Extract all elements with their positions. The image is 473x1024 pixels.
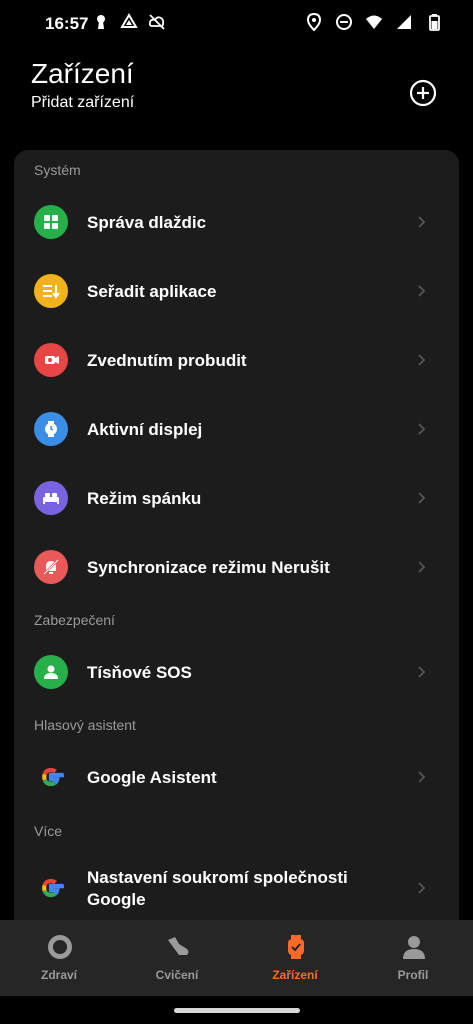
- list-item-label: Tísňové SOS: [87, 663, 192, 682]
- chevron-right-icon: [418, 882, 426, 894]
- keyhole-icon: [97, 15, 105, 29]
- drive-icon: [120, 13, 138, 28]
- sort-list-icon: [34, 274, 68, 308]
- person-icon: [403, 936, 425, 959]
- list-item-label: Google Asistent: [87, 768, 217, 787]
- do-not-disturb-icon: [336, 14, 352, 30]
- status-bar: 16:57: [0, 0, 473, 46]
- raise-wrist-icon: [34, 343, 68, 377]
- bed-icon: [34, 481, 68, 515]
- google-logo-icon: [34, 871, 68, 905]
- list-item-tiles[interactable]: Správa dlaždic: [14, 192, 459, 252]
- status-time: 16:57: [45, 14, 89, 33]
- watch-face-icon: [34, 412, 68, 446]
- list-item-google-assistant[interactable]: Google Asistent: [14, 747, 459, 807]
- tiles-icon: [34, 205, 68, 239]
- nav-label: Profil: [397, 968, 429, 982]
- bell-off-icon: [34, 550, 68, 584]
- list-item-google-privacy[interactable]: Nastavení soukromí společnosti Google: [14, 853, 459, 920]
- chevron-right-icon: [418, 423, 426, 435]
- page-title: Zařízení: [31, 58, 134, 89]
- chevron-right-icon: [418, 666, 426, 678]
- watch-icon: [288, 935, 304, 959]
- list-item-raise-to-wake[interactable]: Zvednutím probudit: [14, 330, 459, 390]
- add-device-link[interactable]: Přidat zařízení: [31, 94, 134, 112]
- chevron-right-icon: [418, 492, 426, 504]
- list-item-label-line1: Nastavení soukromí společnosti: [87, 868, 348, 887]
- list-item-label: Nastavení soukromí společnosti Google: [87, 867, 348, 911]
- nav-item-workout[interactable]: Cvičení: [118, 920, 236, 996]
- list-item-label: Synchronizace režimu Nerušit: [87, 558, 330, 577]
- list-item-dnd-sync[interactable]: Synchronizace režimu Nerušit: [14, 537, 459, 597]
- chevron-right-icon: [418, 354, 426, 366]
- list-item-label: Režim spánku: [87, 489, 202, 508]
- nav-item-health[interactable]: Zdraví: [0, 920, 118, 996]
- nav-label: Cvičení: [155, 968, 199, 982]
- chevron-right-icon: [418, 285, 426, 297]
- signal-icon: [397, 15, 411, 29]
- list-item-active-display[interactable]: Aktivní displej: [14, 399, 459, 459]
- list-item-label-line2: Google: [87, 890, 146, 909]
- home-indicator[interactable]: [174, 1008, 300, 1013]
- list-item-label: Správa dlaždic: [87, 213, 207, 232]
- nav-item-profile[interactable]: Profil: [354, 920, 472, 996]
- list-item-label: Zvednutím probudit: [87, 351, 247, 370]
- chevron-right-icon: [418, 216, 426, 228]
- section-header-assistant: Hlasový asistent: [34, 717, 136, 733]
- list-item-label: Aktivní displej: [87, 420, 203, 439]
- wifi-icon: [366, 15, 382, 29]
- shoe-icon: [168, 937, 189, 955]
- list-item-sleep-mode[interactable]: Režim spánku: [14, 468, 459, 528]
- chevron-right-icon: [418, 771, 426, 783]
- list-item-sort-apps[interactable]: Seřadit aplikace: [14, 261, 459, 321]
- health-ring-icon: [48, 935, 72, 959]
- header: Zařízení Přidat zařízení: [0, 46, 473, 150]
- add-device-button[interactable]: [409, 79, 437, 107]
- location-icon: [306, 13, 322, 31]
- nav-item-device[interactable]: Zařízení: [236, 920, 354, 996]
- bottom-navigation: Zdraví Cvičení Zařízení Profil: [0, 920, 473, 996]
- cloud-off-icon: [148, 14, 165, 30]
- nav-label: Zdraví: [40, 968, 77, 982]
- chevron-right-icon: [418, 561, 426, 573]
- google-logo-icon: [34, 760, 68, 794]
- nav-label: Zařízení: [272, 968, 318, 982]
- section-header-security: Zabezpečení: [34, 612, 115, 628]
- person-icon: [34, 655, 68, 689]
- list-item-sos[interactable]: Tísňové SOS: [14, 642, 459, 702]
- section-header-more: Více: [34, 823, 63, 839]
- list-item-label: Seřadit aplikace: [87, 282, 217, 301]
- settings-list: Systém Správa dlaždic Seřadit aplikace Z…: [14, 150, 459, 920]
- battery-icon: [429, 14, 440, 31]
- section-header-system: Systém: [34, 162, 81, 178]
